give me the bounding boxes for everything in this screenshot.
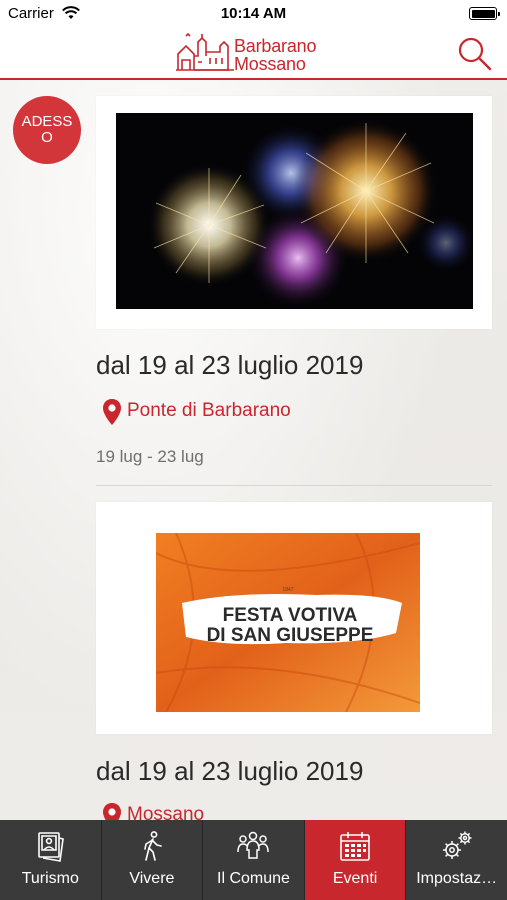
now-badge: ADESSO xyxy=(13,96,81,164)
photos-icon xyxy=(38,832,65,862)
status-bar: Carrier 10:14 AM xyxy=(0,0,507,28)
festa-votiva-image: 1847 FESTA VOTIVA DI SAN GIUSEPPE xyxy=(156,533,420,712)
event-title[interactable]: dal 19 al 23 luglio 2019 xyxy=(96,756,363,787)
app-logo[interactable]: Barbarano Mossano xyxy=(176,30,336,76)
search-icon[interactable] xyxy=(457,36,493,72)
tab-bar: Turismo Vivere Il Comune Eventi Impostaz… xyxy=(0,820,507,900)
event-image-card[interactable] xyxy=(96,96,492,329)
logo-line-1: Barbarano xyxy=(234,36,317,56)
tab-label: Vivere xyxy=(129,870,175,887)
tab-label: Impostaz… xyxy=(416,870,498,887)
map-pin-icon xyxy=(103,399,121,425)
tab-label: Eventi xyxy=(332,870,378,887)
tab-vivere[interactable]: Vivere xyxy=(102,820,204,900)
nav-bar: Barbarano Mossano xyxy=(0,28,507,80)
banner-line-1: FESTA VOTIVA xyxy=(223,605,358,626)
people-icon xyxy=(237,831,270,859)
gears-icon xyxy=(442,831,472,859)
banner-line-2: DI SAN GIUSEPPE xyxy=(207,625,374,646)
banner-small-text: 1847 xyxy=(282,587,293,593)
logo-text: Barbarano Mossano xyxy=(234,37,316,73)
event-image-card[interactable]: 1847 FESTA VOTIVA DI SAN GIUSEPPE xyxy=(96,502,492,734)
walker-icon xyxy=(144,831,162,861)
location-label: Ponte di Barbarano xyxy=(127,400,291,421)
clock: 10:14 AM xyxy=(220,5,287,22)
fireworks-image xyxy=(116,113,473,309)
tab-label: Il Comune xyxy=(217,870,290,887)
event-date-range: 19 lug - 23 lug xyxy=(96,447,204,466)
castle-icon xyxy=(176,32,234,71)
tab-il-comune[interactable]: Il Comune xyxy=(203,820,305,900)
divider xyxy=(96,485,492,486)
tab-label: Turismo xyxy=(21,870,79,887)
tab-eventi[interactable]: Eventi xyxy=(304,820,407,900)
battery-icon xyxy=(469,7,500,20)
calendar-icon xyxy=(340,832,370,861)
tab-turismo[interactable]: Turismo xyxy=(0,820,102,900)
logo-line-2: Mossano xyxy=(234,54,306,74)
tab-impostazioni[interactable]: Impostaz… xyxy=(406,820,507,900)
event-title[interactable]: dal 19 al 23 luglio 2019 xyxy=(96,350,363,381)
